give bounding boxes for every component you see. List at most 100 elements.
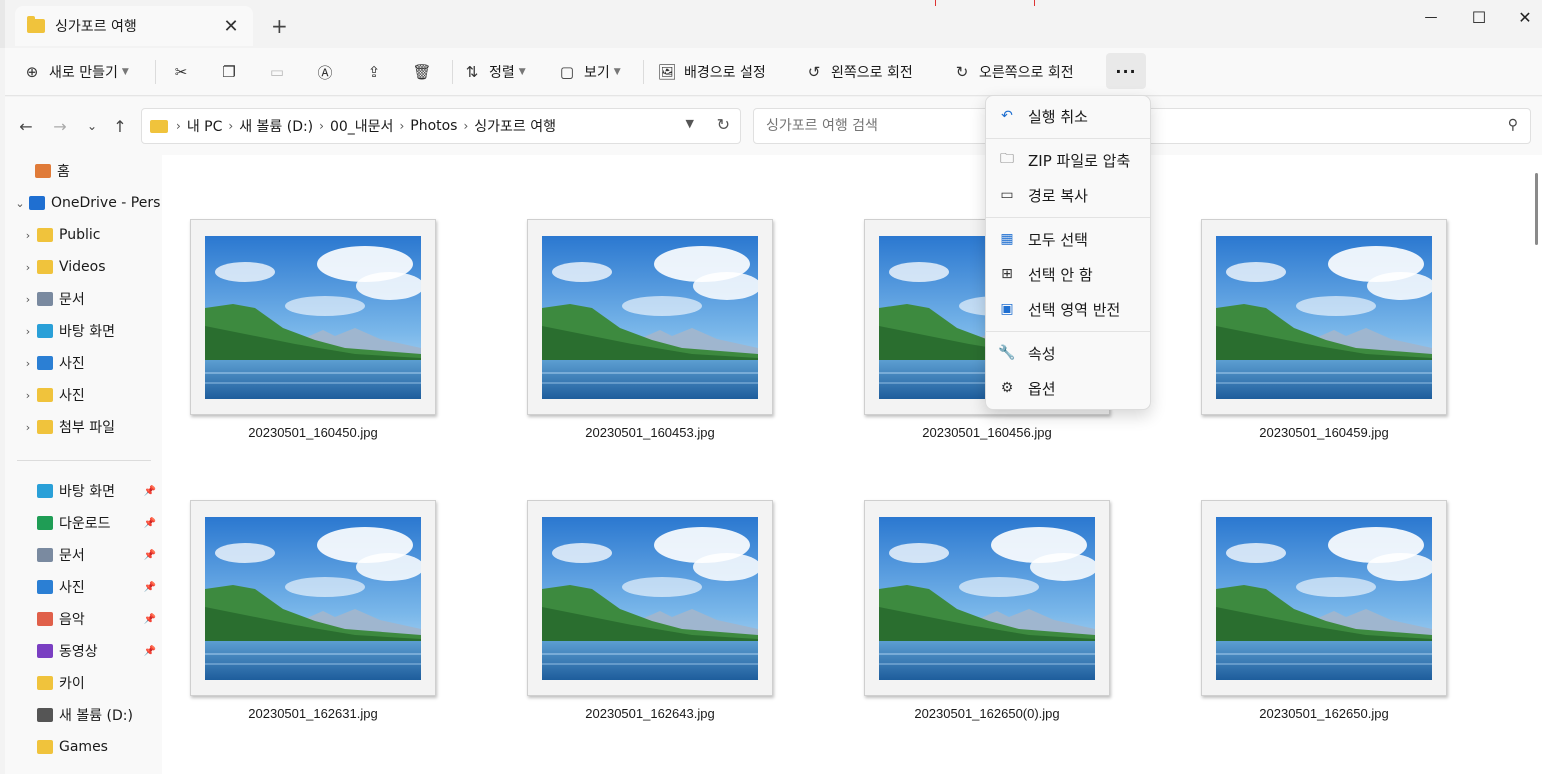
menu-zip-label: ZIP 파일로 압축 xyxy=(1028,151,1131,170)
sidebar-item-label: 첨부 파일 xyxy=(59,420,115,436)
pin-icon: 📌 xyxy=(143,517,156,529)
set-background-button[interactable]: 🖼 배경으로 설정 xyxy=(657,58,765,86)
scrollbar-thumb[interactable] xyxy=(1535,173,1538,245)
chevron-right-icon: › xyxy=(228,119,234,133)
sidebar-item[interactable]: › Videos xyxy=(5,253,162,281)
file-thumbnail[interactable]: 20230501_162631.jpg xyxy=(190,500,436,721)
copy-button[interactable]: ❐ xyxy=(220,58,238,86)
invert-selection-icon: ▣ xyxy=(1000,301,1014,317)
rename-button[interactable]: Ⓐ xyxy=(316,58,334,86)
share-icon: ⇪ xyxy=(367,63,381,81)
sidebar-item[interactable]: › 사진 xyxy=(5,381,162,409)
sidebar-item-label: 사진 xyxy=(59,388,85,404)
quick-access-item[interactable]: 새 볼륨 (D:) xyxy=(5,701,162,729)
menu-options[interactable]: ⚙ 옵션 xyxy=(990,372,1146,404)
menu-properties[interactable]: 🔧 속성 xyxy=(990,337,1146,369)
chevron-right-icon[interactable]: › xyxy=(19,421,37,434)
rotate-left-button[interactable]: ↺ 왼쪽으로 회전 xyxy=(805,58,913,86)
quick-access-item[interactable]: 카이 xyxy=(5,669,162,697)
pin-icon: 📌 xyxy=(143,549,156,561)
breadcrumb-drive[interactable]: 새 볼륨 (D:) xyxy=(239,116,313,136)
chevron-down-icon[interactable]: ▼ xyxy=(686,117,694,130)
minimize-button[interactable]: — xyxy=(1411,10,1451,32)
file-thumbnail[interactable]: 20230501_162650(0).jpg xyxy=(864,500,1110,721)
clipboard-icon: ▭ xyxy=(269,63,285,81)
new-button[interactable]: ⊕ 새로 만들기 ▼ xyxy=(23,58,129,86)
chevron-right-icon[interactable]: › xyxy=(19,261,37,274)
sidebar-item[interactable]: › 사진 xyxy=(5,349,162,377)
file-thumbnail[interactable]: 20230501_160459.jpg xyxy=(1201,219,1447,440)
close-tab-icon[interactable]: ✕ xyxy=(221,16,241,37)
quick-access-item[interactable]: 바탕 화면 📌 xyxy=(5,477,162,505)
breadcrumb-current[interactable]: 싱가포르 여행 xyxy=(474,116,556,136)
pin-icon: 📌 xyxy=(143,613,156,625)
quick-access-item[interactable]: 동영상 📌 xyxy=(5,637,162,665)
quick-access-item[interactable]: 사진 📌 xyxy=(5,573,162,601)
breadcrumb-photos[interactable]: Photos xyxy=(410,118,457,134)
file-thumbnail[interactable]: 20230501_162650.jpg xyxy=(1201,500,1447,721)
sidebar-item[interactable]: › 바탕 화면 xyxy=(5,317,162,345)
chevron-right-icon[interactable]: › xyxy=(19,229,37,242)
quick-access-item[interactable]: 문서 📌 xyxy=(5,541,162,569)
chevron-down-icon[interactable]: ⌄ xyxy=(11,197,29,210)
delete-button[interactable]: 🗑 xyxy=(412,58,431,86)
close-window-button[interactable]: ✕ xyxy=(1505,8,1542,30)
quick-access-item[interactable]: 음악 📌 xyxy=(5,605,162,633)
zip-icon: 🗀 xyxy=(1000,151,1014,167)
sidebar-item[interactable]: › Public xyxy=(5,221,162,249)
new-tab-button[interactable]: + xyxy=(271,14,288,38)
menu-copy-path[interactable]: ▭ 경로 복사 xyxy=(990,179,1146,211)
chevron-right-icon[interactable]: › xyxy=(19,325,37,338)
forward-arrow-icon[interactable]: → xyxy=(49,117,71,137)
file-name: 20230501_160450.jpg xyxy=(248,425,378,440)
sidebar-item[interactable]: › 첨부 파일 xyxy=(5,413,162,441)
share-button[interactable]: ⇪ xyxy=(365,58,383,86)
quick-access-label: 음악 xyxy=(59,612,85,628)
up-arrow-icon[interactable]: ↑ xyxy=(109,117,131,137)
file-thumbnail[interactable]: 20230501_160453.jpg xyxy=(527,219,773,440)
quick-access-item[interactable]: Games xyxy=(5,733,162,761)
address-bar[interactable]: › 내 PC › 새 볼륨 (D:) › 00_내문서 › Photos › 싱… xyxy=(141,108,741,144)
breadcrumb-this-pc[interactable]: 내 PC xyxy=(187,116,223,136)
breadcrumb-documents[interactable]: 00_내문서 xyxy=(330,116,393,136)
paste-button[interactable]: ▭ xyxy=(268,58,286,86)
rotate-right-button[interactable]: ↻ 오른쪽으로 회전 xyxy=(953,58,1074,86)
quick-access-item[interactable]: 다운로드 📌 xyxy=(5,509,162,537)
sort-icon: ⇅ xyxy=(465,63,479,81)
back-arrow-icon[interactable]: ← xyxy=(15,117,37,137)
new-label: 새로 만들기 xyxy=(49,65,118,81)
folder-icon xyxy=(27,16,45,33)
menu-invert-selection[interactable]: ▣ 선택 영역 반전 xyxy=(990,293,1146,325)
chevron-right-icon[interactable]: › xyxy=(19,357,37,370)
rotate-right-icon: ↻ xyxy=(955,63,969,81)
thumbnail-image xyxy=(879,517,1095,680)
file-thumbnail[interactable]: 20230501_162643.jpg xyxy=(527,500,773,721)
menu-select-none[interactable]: ⊞ 선택 안 함 xyxy=(990,258,1146,290)
menu-divider xyxy=(986,331,1150,332)
menu-compress-zip[interactable]: 🗀 ZIP 파일로 압축 xyxy=(990,144,1146,176)
wrench-icon: 🔧 xyxy=(998,345,1016,361)
recent-chevron-icon[interactable]: ⌄ xyxy=(81,119,103,139)
sidebar-item[interactable]: ⌄ OneDrive - Pers xyxy=(5,189,162,217)
view-button[interactable]: ▢ 보기 ▼ xyxy=(558,58,621,86)
sort-button[interactable]: ⇅ 정렬 ▼ xyxy=(463,58,526,86)
chevron-right-icon[interactable]: › xyxy=(19,293,37,306)
sort-label: 정렬 xyxy=(489,65,515,81)
file-view: 20230501_160450.jpg 20230501_160453.jpg … xyxy=(162,155,1542,774)
thumbnail-image xyxy=(542,236,758,399)
vertical-scrollbar[interactable] xyxy=(1530,155,1542,774)
sidebar-item-label: 문서 xyxy=(59,292,85,308)
cut-button[interactable]: ✂ xyxy=(172,58,190,86)
sidebar-item[interactable]: › 문서 xyxy=(5,285,162,313)
chevron-right-icon: › xyxy=(319,119,324,133)
menu-select-all[interactable]: ▦ 모두 선택 xyxy=(990,223,1146,255)
refresh-icon[interactable]: ↻ xyxy=(717,115,730,134)
chevron-right-icon[interactable]: › xyxy=(19,389,37,402)
menu-undo[interactable]: ↶ 실행 취소 xyxy=(990,100,1146,132)
file-thumbnail[interactable]: 20230501_160450.jpg xyxy=(190,219,436,440)
sidebar-item[interactable]: 홈 xyxy=(5,157,162,185)
maximize-button[interactable]: ☐ xyxy=(1459,8,1499,30)
more-options-button[interactable]: ··· xyxy=(1106,53,1146,89)
tab-current-folder[interactable]: 싱가포르 여행 ✕ xyxy=(15,6,253,46)
rotate-left-label: 왼쪽으로 회전 xyxy=(831,65,913,81)
